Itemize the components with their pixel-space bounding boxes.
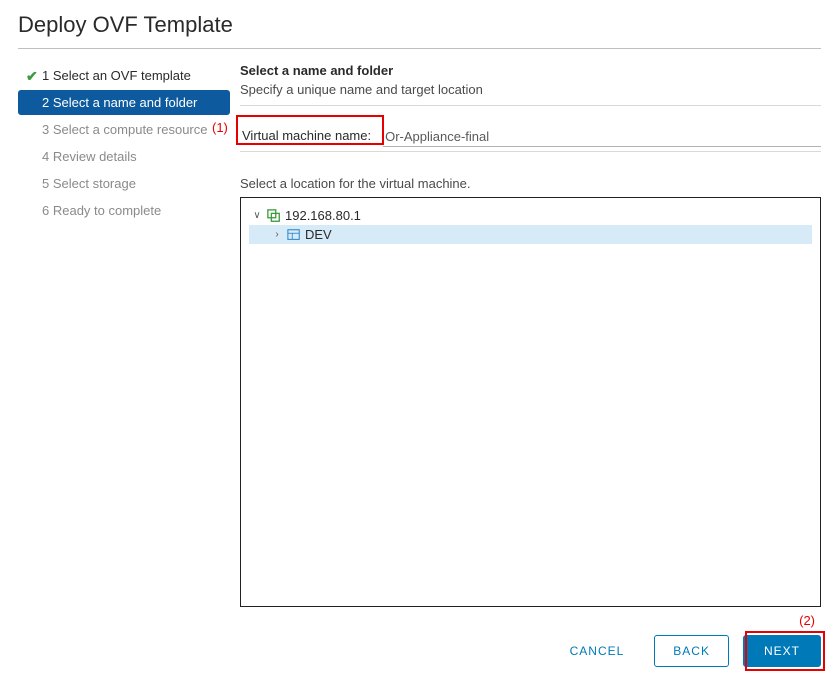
step-4-review-details: 4 Review details bbox=[18, 144, 230, 169]
check-icon: ✔ bbox=[26, 69, 36, 83]
vm-name-label: Virtual machine name: bbox=[240, 124, 373, 147]
annotation-callout-1: (1) bbox=[212, 120, 228, 135]
wizard-title: Deploy OVF Template bbox=[18, 12, 821, 38]
step-2-select-name-folder[interactable]: 2 Select a name and folder bbox=[18, 90, 230, 115]
vm-name-input-wrap bbox=[383, 125, 821, 147]
host-icon bbox=[267, 209, 281, 223]
cancel-button[interactable]: CANCEL bbox=[554, 635, 641, 667]
section-title: Select a name and folder bbox=[240, 63, 821, 78]
location-tree[interactable]: ∨ 192.168.80.1 › DEV bbox=[240, 197, 821, 607]
step-label: 5 Select storage bbox=[42, 176, 136, 191]
next-button[interactable]: NEXT bbox=[743, 635, 821, 667]
location-label: Select a location for the virtual machin… bbox=[240, 176, 821, 191]
datacenter-icon bbox=[287, 228, 301, 242]
wizard-dialog: Deploy OVF Template ✔ 1 Select an OVF te… bbox=[0, 0, 839, 685]
step-1-select-ovf[interactable]: ✔ 1 Select an OVF template bbox=[18, 63, 230, 88]
wizard-layout: ✔ 1 Select an OVF template 2 Select a na… bbox=[18, 63, 821, 667]
tree-node-datacenter[interactable]: › DEV bbox=[249, 225, 812, 244]
step-5-select-storage: 5 Select storage bbox=[18, 171, 230, 196]
divider bbox=[240, 151, 821, 152]
divider bbox=[240, 105, 821, 106]
step-3-compute-resource: 3 Select a compute resource bbox=[18, 117, 230, 142]
vm-name-input[interactable] bbox=[383, 125, 821, 147]
annotation-callout-2: (2) bbox=[799, 613, 815, 628]
wizard-footer: (2) CANCEL BACK NEXT bbox=[240, 635, 821, 667]
back-button[interactable]: BACK bbox=[654, 635, 729, 667]
divider bbox=[18, 48, 821, 49]
chevron-right-icon[interactable]: › bbox=[271, 229, 283, 240]
wizard-steps-sidebar: ✔ 1 Select an OVF template 2 Select a na… bbox=[18, 63, 230, 667]
chevron-down-icon[interactable]: ∨ bbox=[251, 210, 263, 221]
section-subtitle: Specify a unique name and target locatio… bbox=[240, 82, 821, 97]
step-6-ready-complete: 6 Ready to complete bbox=[18, 198, 230, 223]
step-label: 3 Select a compute resource bbox=[42, 122, 207, 137]
tree-node-host[interactable]: ∨ 192.168.80.1 bbox=[249, 206, 812, 225]
tree-node-label: DEV bbox=[305, 227, 332, 242]
step-label: 4 Review details bbox=[42, 149, 137, 164]
step-label: 6 Ready to complete bbox=[42, 203, 161, 218]
step-label: 2 Select a name and folder bbox=[42, 95, 197, 110]
tree-node-label: 192.168.80.1 bbox=[285, 208, 361, 223]
step-label: 1 Select an OVF template bbox=[42, 68, 191, 83]
wizard-main-panel: Select a name and folder Specify a uniqu… bbox=[240, 63, 821, 667]
vm-name-row: (1) Virtual machine name: bbox=[240, 124, 821, 147]
